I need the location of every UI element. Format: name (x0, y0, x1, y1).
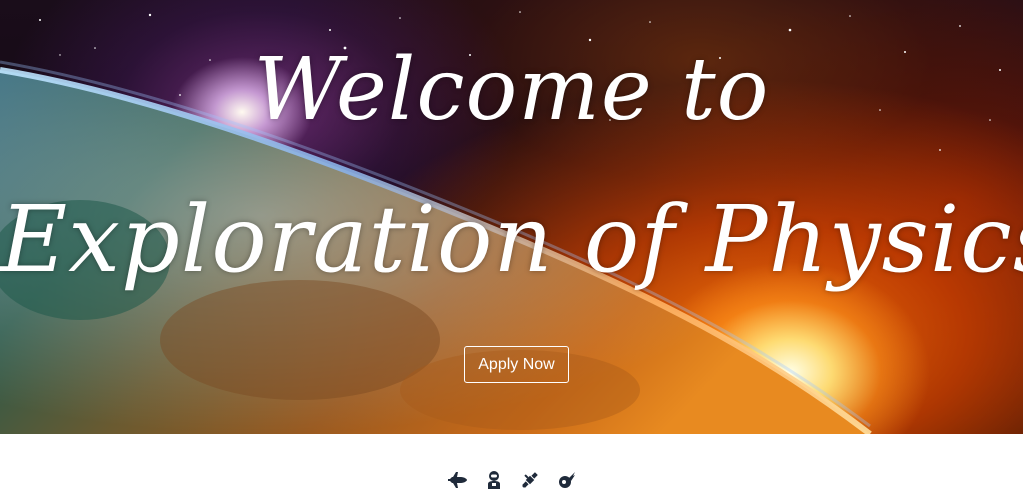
hero-title-line1: Welcome to (253, 40, 770, 140)
astronaut-icon (487, 471, 500, 489)
feature-icon-row (0, 470, 1023, 494)
apply-now-button[interactable]: Apply Now (464, 346, 569, 383)
satellite-icon (521, 472, 538, 488)
space-shuttle-icon (447, 472, 467, 488)
meteor-icon (558, 472, 575, 488)
hero-title-line2: Exploration of Physics (0, 186, 1023, 293)
hero-banner: Welcome to Exploration of Physics Apply … (0, 0, 1023, 434)
